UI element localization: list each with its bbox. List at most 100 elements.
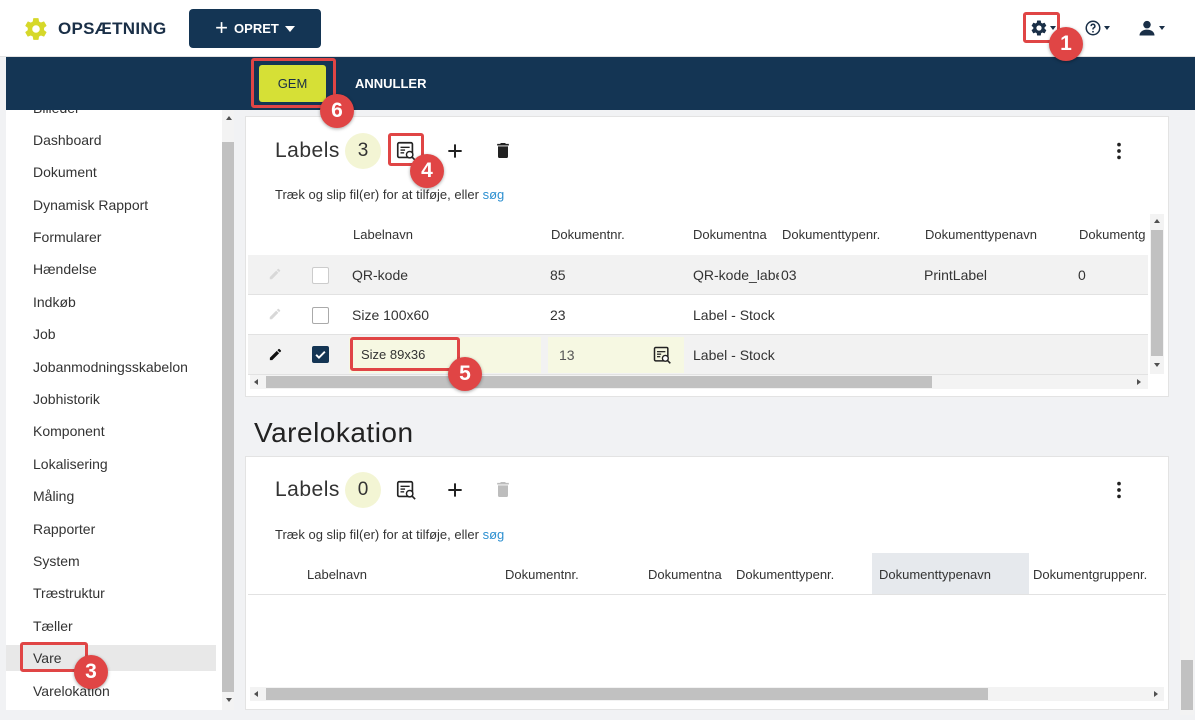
drop-hint: Træk og slip fil(er) for at tilføje, ell… (275, 527, 504, 542)
cell-labelnavn: QR-kode (352, 267, 409, 283)
table-row[interactable]: QR-kode 85 QR-kode_labe 03 PrintLabel 0 (248, 255, 1148, 295)
delete-icon (497, 482, 509, 497)
page-vscroll-thumb[interactable] (1181, 660, 1193, 710)
column-header[interactable]: Dokumentna (648, 567, 726, 582)
search-link[interactable]: søg (483, 187, 505, 202)
browse-files-icon[interactable] (395, 479, 417, 501)
scroll-down-icon[interactable] (226, 698, 232, 702)
user-menu-button[interactable] (1137, 16, 1165, 40)
sidebar-item-komponent[interactable]: Komponent (6, 418, 216, 444)
sidebar-item-vare[interactable]: Vare (6, 645, 216, 671)
scroll-up-icon[interactable] (1154, 219, 1160, 223)
chevron-down-icon (284, 25, 295, 32)
sidebar-item-jobanmodningsskabelon[interactable]: Jobanmodningsskabelon (6, 354, 216, 380)
sidebar-item-taeller[interactable]: Tæller (6, 613, 216, 639)
more-vert-icon[interactable] (1108, 140, 1130, 162)
sidebar-item-varelokation[interactable]: Varelokation (6, 678, 216, 704)
top-bar: OPSÆTNING + OPRET (0, 0, 1195, 57)
scroll-down-icon[interactable] (1154, 363, 1160, 367)
column-header[interactable]: Dokumenttypenavn (925, 227, 1065, 242)
edit-icon[interactable] (268, 347, 283, 362)
sidebar-item-indkob[interactable]: Indkøb (6, 289, 216, 315)
save-button[interactable]: GEM (259, 65, 326, 102)
sidebar-item-jobhistorik[interactable]: Jobhistorik (6, 386, 216, 412)
check-icon (315, 351, 326, 359)
cell-labelnavn: Size 100x60 (352, 307, 430, 323)
search-link[interactable]: søg (483, 527, 505, 542)
cell-dokumentnr: 23 (550, 307, 566, 323)
cell-dokumentnavn: Label - Stock (693, 307, 775, 323)
panel-title: Labels (275, 478, 340, 501)
cell-dokumentnr: 13 (559, 347, 575, 363)
row-checkbox[interactable] (312, 267, 329, 284)
user-icon (1139, 20, 1155, 36)
cell-dokumentnr: 85 (550, 267, 566, 283)
chevron-down-icon (1050, 26, 1056, 30)
scroll-right-icon[interactable] (1154, 691, 1158, 697)
drop-hint-text: Træk og slip fil(er) for at tilføje, ell… (275, 527, 483, 542)
app-title: OPSÆTNING (58, 19, 167, 38)
sidebar-item-haendelse[interactable]: Hændelse (6, 256, 216, 282)
create-label: OPRET (234, 21, 279, 36)
column-header[interactable]: Labelnavn (353, 227, 533, 242)
panel-title: Labels (275, 139, 340, 162)
cell-dokumentnavn: QR-kode_labe (693, 267, 779, 283)
row-checkbox-checked[interactable] (312, 346, 329, 363)
column-header[interactable]: Dokumenttypenavn (879, 567, 1024, 582)
column-header[interactable]: Dokumentna (693, 227, 773, 242)
delete-icon[interactable] (493, 140, 513, 161)
table-scrollbar-thumb[interactable] (266, 688, 988, 700)
column-header[interactable]: Labelnavn (307, 567, 487, 582)
gear-icon (25, 18, 47, 40)
edit-icon[interactable] (268, 267, 282, 281)
sidebar-item-rapporter[interactable]: Rapporter (6, 516, 216, 542)
sidebar-item-job[interactable]: Job (6, 321, 216, 347)
sidebar-item-dashboard[interactable]: Dashboard (6, 127, 216, 153)
browse-files-icon[interactable] (395, 140, 417, 162)
scroll-up-icon[interactable] (226, 116, 232, 120)
create-button[interactable]: + OPRET (189, 9, 321, 48)
sidebar-item-formularer[interactable]: Formularer (6, 224, 216, 250)
scroll-right-icon[interactable] (1137, 379, 1141, 385)
sidebar-item-dokument[interactable]: Dokument (6, 159, 216, 185)
chevron-down-icon (1159, 26, 1165, 30)
drop-hint: Træk og slip fil(er) for at tilføje, ell… (275, 187, 504, 202)
scroll-left-icon[interactable] (254, 691, 258, 697)
row-checkbox[interactable] (312, 307, 329, 324)
column-header[interactable]: Dokumentgruppenr. (1033, 567, 1163, 582)
plus-icon: + (215, 14, 229, 40)
sidebar-item-maaling[interactable]: Måling (6, 483, 216, 509)
column-header[interactable]: Dokumenttypenr. (736, 567, 866, 582)
cell-labelnavn: Size 89x36 (361, 347, 426, 362)
more-vert-icon[interactable] (1108, 479, 1130, 501)
sidebar-item-traestruktur[interactable]: Træstruktur (6, 580, 216, 606)
table-row[interactable]: Size 89x36 13 Label - Stock (248, 335, 1148, 375)
gear-icon (1031, 20, 1047, 36)
column-header[interactable]: Dokumenttypenr. (782, 227, 912, 242)
column-header[interactable]: Dokumentnr. (551, 227, 681, 242)
sidebar-scrollbar-thumb[interactable] (222, 142, 234, 692)
scroll-left-icon[interactable] (254, 379, 258, 385)
add-icon[interactable] (445, 480, 465, 500)
sidebar-item-lokalisering[interactable]: Lokalisering (6, 451, 216, 477)
column-header[interactable]: Dokumentnr. (505, 567, 635, 582)
labels-panel (245, 456, 1169, 710)
sidebar-item-system[interactable]: System (6, 548, 216, 574)
section-title: Varelokation (254, 417, 414, 448)
table-scrollbar-thumb[interactable] (266, 376, 932, 388)
edit-icon[interactable] (268, 307, 282, 321)
cancel-button[interactable]: ANNULLER (355, 76, 427, 91)
add-icon[interactable] (445, 141, 465, 161)
help-menu-button[interactable] (1084, 16, 1110, 40)
count-badge: 3 (345, 133, 381, 169)
sidebar-item-billeder[interactable]: Billeder (6, 110, 216, 121)
browse-files-icon[interactable] (652, 345, 672, 365)
sidebar-item-dynamisk-rapport[interactable]: Dynamisk Rapport (6, 192, 216, 218)
table-vscroll-thumb[interactable] (1151, 230, 1163, 356)
column-header[interactable]: Dokumentg (1079, 227, 1149, 242)
table-row[interactable]: Size 100x60 23 Label - Stock (248, 295, 1148, 335)
settings-menu-button[interactable] (1030, 16, 1056, 40)
cell-dokumenttypenr: 03 (781, 267, 797, 283)
sidebar-header (6, 57, 245, 110)
chevron-down-icon (1104, 26, 1110, 30)
